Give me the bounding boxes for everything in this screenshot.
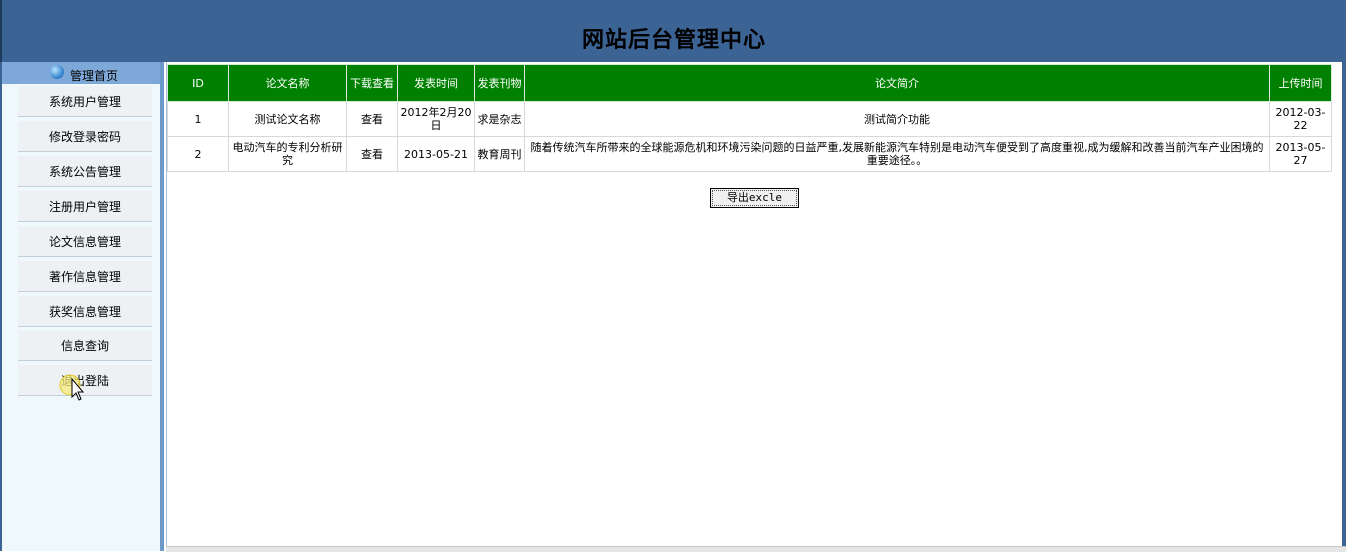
globe-icon (50, 65, 64, 79)
export-excel-button[interactable]: 导出excle (710, 188, 799, 208)
table-row: 2 电动汽车的专利分析研究 查看 2013-05-21 教育周刊 随着传统汽车所… (167, 136, 1332, 172)
content-bottom-border (166, 546, 1346, 552)
table-header-row: ID 论文名称 下载查看 发表时间 发表刊物 论文简介 上传时间 (167, 64, 1332, 102)
column-header-journal: 发表刊物 (474, 64, 525, 102)
cell-upload-time: 2012-03-22 (1269, 101, 1332, 137)
column-header-summary: 论文简介 (524, 64, 1270, 102)
table-row: 1 测试论文名称 查看 2012年2月20日 求是杂志 测试简介功能 2012-… (167, 101, 1332, 137)
column-header-download: 下载查看 (346, 64, 398, 102)
cell-publish-time: 2012年2月20日 (397, 101, 475, 137)
sidebar-item-papers[interactable]: 论文信息管理 (18, 226, 152, 257)
cell-upload-time: 2013-05-27 (1269, 136, 1332, 172)
cell-id: 1 (167, 101, 229, 137)
sidebar-item-label: 修改登录密码 (48, 129, 121, 144)
sidebar-item-label: 获奖信息管理 (48, 304, 121, 319)
header-banner: 网站后台管理中心 (0, 0, 1346, 62)
sidebar-item-registered-users[interactable]: 注册用户管理 (18, 191, 152, 222)
view-download-link[interactable]: 查看 (346, 101, 398, 137)
sidebar-item-system-users[interactable]: 系统用户管理 (18, 86, 152, 117)
cell-journal: 求是杂志 (474, 101, 525, 137)
sidebar-item-awards[interactable]: 获奖信息管理 (18, 296, 152, 327)
cell-name: 电动汽车的专利分析研究 (228, 136, 347, 172)
sidebar-divider (160, 62, 164, 551)
column-header-name: 论文名称 (228, 64, 347, 102)
sidebar-home-label: 管理首页 (70, 68, 119, 83)
cell-summary: 测试简介功能 (524, 101, 1270, 137)
sidebar-item-label: 论文信息管理 (48, 234, 121, 249)
mouse-cursor-icon (59, 374, 84, 401)
cell-summary: 随着传统汽车所带来的全球能源危机和环境污染问题的日益严重,发展新能源汽车特别是电… (524, 136, 1270, 172)
sidebar-item-label: 著作信息管理 (48, 269, 121, 284)
sidebar-item-announcements[interactable]: 系统公告管理 (18, 156, 152, 187)
papers-table: ID 论文名称 下载查看 发表时间 发表刊物 论文简介 上传时间 1 测试论文名… (167, 64, 1332, 172)
sidebar-item-change-password[interactable]: 修改登录密码 (18, 121, 152, 152)
column-header-upload-time: 上传时间 (1269, 64, 1332, 102)
window-right-border (1342, 62, 1346, 551)
sidebar: 管理首页 系统用户管理 修改登录密码 系统公告管理 注册用户管理 论文信息管理 … (0, 62, 164, 551)
export-button-label: 导出excle (712, 190, 797, 206)
view-download-link[interactable]: 查看 (346, 136, 398, 172)
sidebar-home-link[interactable]: 管理首页 (50, 65, 119, 84)
sidebar-item-search[interactable]: 信息查询 (18, 330, 152, 361)
cell-publish-time: 2013-05-21 (397, 136, 475, 172)
sidebar-item-label: 系统用户管理 (48, 94, 121, 109)
cell-name: 测试论文名称 (228, 101, 347, 137)
cell-id: 2 (167, 136, 229, 172)
cell-journal: 教育周刊 (474, 136, 525, 172)
column-header-publish-time: 发表时间 (397, 64, 475, 102)
sidebar-item-label: 信息查询 (60, 338, 109, 353)
sidebar-item-logout[interactable]: 退出登陆 (18, 365, 152, 396)
sidebar-item-label: 注册用户管理 (48, 199, 121, 214)
sidebar-item-label: 系统公告管理 (48, 164, 121, 179)
page-title: 网站后台管理中心 (581, 27, 766, 53)
column-header-id: ID (167, 64, 229, 102)
sidebar-item-books[interactable]: 著作信息管理 (18, 261, 152, 292)
